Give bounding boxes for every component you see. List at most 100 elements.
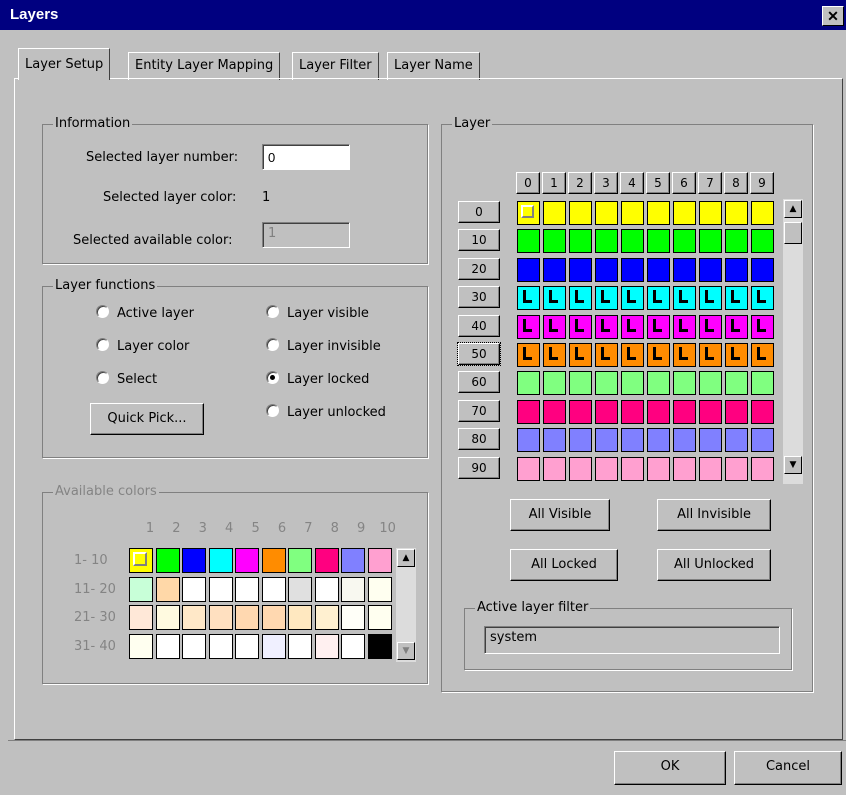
- available-color-cell[interactable]: [314, 605, 339, 630]
- layer-cell[interactable]: [569, 314, 592, 339]
- layer-cell[interactable]: [751, 399, 774, 424]
- layer-cell[interactable]: [647, 229, 670, 254]
- layer-row-button[interactable]: 0: [458, 201, 500, 223]
- layer-cell[interactable]: [647, 257, 670, 282]
- layer-cell[interactable]: [595, 229, 618, 254]
- all-invisible-button[interactable]: All Invisible: [657, 499, 771, 531]
- layer-cell[interactable]: [673, 201, 696, 225]
- layer-cell[interactable]: [673, 456, 696, 481]
- layer-cell[interactable]: [725, 399, 748, 424]
- layer-col-header[interactable]: 3: [594, 172, 618, 194]
- available-color-cell[interactable]: [288, 576, 312, 602]
- layer-cell[interactable]: [699, 399, 722, 424]
- layer-cell[interactable]: [595, 371, 618, 396]
- layer-cell[interactable]: [673, 229, 696, 254]
- layer-cell[interactable]: [517, 343, 540, 367]
- available-color-cell[interactable]: [367, 548, 392, 573]
- layer-col-header[interactable]: 7: [698, 172, 722, 194]
- layer-cell[interactable]: [699, 371, 722, 396]
- layer-cell[interactable]: [595, 314, 618, 339]
- available-color-cell[interactable]: [155, 576, 180, 602]
- layer-cell[interactable]: [621, 286, 644, 311]
- layer-cell[interactable]: [621, 201, 644, 225]
- available-color-cell[interactable]: [208, 605, 233, 630]
- layer-row-button[interactable]: 30: [458, 286, 500, 309]
- layer-cell[interactable]: [725, 343, 748, 367]
- layer-cell[interactable]: [725, 314, 748, 339]
- available-color-cell[interactable]: [182, 633, 206, 659]
- layer-cell[interactable]: [569, 229, 592, 254]
- layer-cell[interactable]: [673, 286, 696, 311]
- layer-cell[interactable]: [673, 371, 696, 396]
- layer-cell[interactable]: [569, 428, 592, 453]
- layer-cell[interactable]: [517, 399, 540, 424]
- available-color-cell[interactable]: [129, 548, 153, 573]
- layer-cell[interactable]: [543, 343, 566, 367]
- tab-layer-name[interactable]: Layer Name: [387, 52, 480, 80]
- layer-cell[interactable]: [569, 456, 592, 481]
- layer-cell[interactable]: [543, 399, 566, 424]
- layer-row-button[interactable]: 10: [458, 229, 500, 252]
- layer-cell[interactable]: [751, 371, 774, 396]
- available-color-cell[interactable]: [129, 605, 153, 630]
- layer-cell[interactable]: [517, 371, 540, 396]
- layer-cell[interactable]: [751, 229, 774, 254]
- layer-cell[interactable]: [543, 286, 566, 311]
- layer-cell[interactable]: [517, 456, 540, 481]
- layer-cell[interactable]: [621, 314, 644, 339]
- layer-cell[interactable]: [543, 314, 566, 339]
- layer-col-header[interactable]: 0: [516, 172, 540, 194]
- available-color-cell[interactable]: [182, 548, 206, 573]
- available-color-cell[interactable]: [208, 633, 233, 659]
- radio-layer-invisible[interactable]: Layer invisible: [266, 338, 381, 358]
- scroll-thumb[interactable]: [784, 222, 802, 244]
- layer-cell[interactable]: [621, 456, 644, 481]
- layer-row-button[interactable]: 20: [458, 257, 500, 280]
- available-color-cell[interactable]: [314, 576, 339, 602]
- layer-cell[interactable]: [751, 314, 774, 339]
- available-color-cell[interactable]: [367, 605, 392, 630]
- layer-cell[interactable]: [621, 371, 644, 396]
- available-color-cell[interactable]: [155, 633, 180, 659]
- layer-cell[interactable]: [725, 286, 748, 311]
- ok-button[interactable]: OK: [614, 751, 726, 785]
- available-color-cell[interactable]: [288, 548, 312, 573]
- layer-cell[interactable]: [543, 201, 566, 225]
- layer-cell[interactable]: [543, 257, 566, 282]
- available-color-cell[interactable]: [288, 633, 312, 659]
- layer-cell[interactable]: [517, 314, 540, 339]
- layer-cell[interactable]: [725, 456, 748, 481]
- layer-cell[interactable]: [595, 399, 618, 424]
- layer-col-header[interactable]: 9: [750, 172, 774, 194]
- all-unlocked-button[interactable]: All Unlocked: [657, 549, 771, 581]
- layer-row-button[interactable]: 40: [458, 314, 500, 337]
- available-color-cell[interactable]: [341, 548, 365, 573]
- layer-cell[interactable]: [595, 428, 618, 453]
- layer-cell[interactable]: [699, 314, 722, 339]
- available-color-cell[interactable]: [235, 576, 259, 602]
- available-color-cell[interactable]: [367, 633, 392, 659]
- available-color-cell[interactable]: [155, 605, 180, 630]
- layer-cell[interactable]: [673, 428, 696, 453]
- layer-col-header[interactable]: 1: [542, 172, 566, 194]
- layer-cell[interactable]: [621, 257, 644, 282]
- layer-cell[interactable]: [699, 229, 722, 254]
- layer-cell[interactable]: [647, 201, 670, 225]
- layer-cell[interactable]: [751, 343, 774, 367]
- layer-cell[interactable]: [517, 257, 540, 282]
- radio-layer-color[interactable]: Layer color: [96, 338, 189, 358]
- all-visible-button[interactable]: All Visible: [510, 499, 610, 531]
- close-button[interactable]: ✕: [822, 6, 844, 26]
- layer-cell[interactable]: [517, 201, 540, 225]
- available-color-cell[interactable]: [235, 633, 259, 659]
- layer-cell[interactable]: [517, 229, 540, 254]
- layer-cell[interactable]: [647, 456, 670, 481]
- available-color-cell[interactable]: [288, 605, 312, 630]
- layer-col-header[interactable]: 8: [724, 172, 748, 194]
- layer-cell[interactable]: [699, 456, 722, 481]
- available-color-cell[interactable]: [314, 633, 339, 659]
- available-color-cell[interactable]: [367, 576, 392, 602]
- available-color-cell[interactable]: [314, 548, 339, 573]
- available-color-cell[interactable]: [129, 576, 153, 602]
- layer-cell[interactable]: [725, 257, 748, 282]
